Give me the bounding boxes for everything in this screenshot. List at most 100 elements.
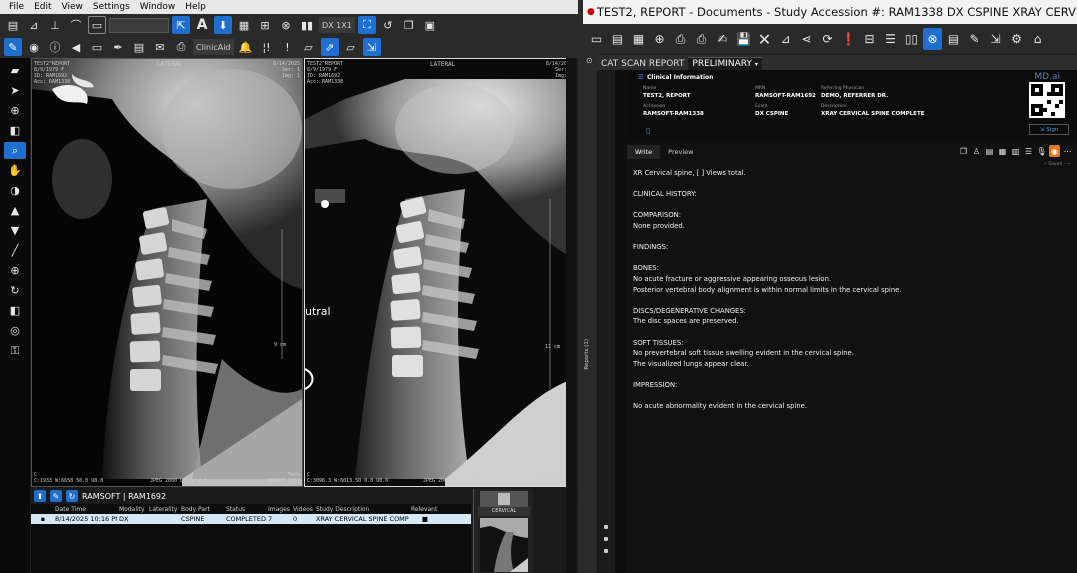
tab-preview[interactable]: Preview: [660, 145, 701, 159]
col-body-part[interactable]: Body Part: [179, 506, 224, 513]
list-format-icon[interactable]: ☰: [1023, 145, 1034, 157]
brush-icon[interactable]: ✎: [4, 38, 22, 56]
calculator-icon[interactable]: ▦: [629, 28, 648, 50]
col-date-time[interactable]: Date Time: [53, 506, 117, 513]
rotate-icon[interactable]: ↻: [4, 282, 26, 299]
qr-code[interactable]: [1029, 82, 1065, 118]
pen-tool-icon[interactable]: ╱: [4, 242, 26, 259]
series-thumbnail-cervical[interactable]: [480, 518, 528, 572]
report-line[interactable]: The disc spaces are preserved.: [633, 316, 1063, 327]
report-line[interactable]: None provided.: [633, 221, 1063, 232]
menu-view[interactable]: View: [57, 2, 88, 12]
col-status[interactable]: Status: [224, 506, 266, 513]
tile-layout-icon[interactable]: ⊞: [256, 16, 274, 34]
triangle-up-icon[interactable]: ▲: [4, 202, 26, 219]
key-image-icon[interactable]: ⚿: [4, 342, 26, 359]
tab-cat-scan-report[interactable]: CAT SCAN REPORT: [597, 58, 688, 70]
preset-select[interactable]: [109, 17, 169, 33]
layout-select[interactable]: DX 1X1: [319, 17, 355, 33]
link-icon[interactable]: ⊗: [277, 16, 295, 34]
series-thumbnail-top[interactable]: [480, 491, 528, 507]
form-icon[interactable]: ▤: [944, 28, 963, 50]
report-line[interactable]: SOFT TISSUES:: [633, 338, 1063, 349]
ruler-icon[interactable]: ⊥: [46, 16, 64, 34]
columns-icon[interactable]: ▯▯: [902, 28, 921, 50]
edit-sign-icon[interactable]: ✍: [713, 28, 732, 50]
report-line[interactable]: No acute fracture or aggressive appearin…: [633, 274, 1063, 285]
viewport-left[interactable]: TEST2^REPORT 8/9/1979 F ID: RAM1692 Acc:…: [31, 58, 303, 487]
report-check-icon[interactable]: ▦: [997, 145, 1008, 157]
magnify-icon[interactable]: ⌕: [4, 142, 26, 159]
print-icon[interactable]: ⎙: [172, 38, 190, 56]
report-line[interactable]: [633, 179, 1063, 190]
nav-marker-icon[interactable]: [604, 537, 608, 541]
fullscreen-icon[interactable]: ⛶: [357, 16, 376, 34]
measure-angle-icon[interactable]: ⊿: [25, 16, 43, 34]
priority-icon[interactable]: ¦!: [258, 38, 276, 56]
report-line[interactable]: The visualized lungs appear clear.: [633, 359, 1063, 370]
export-report-icon[interactable]: ⇲: [986, 28, 1005, 50]
send-icon[interactable]: ▱: [342, 38, 360, 56]
menu-window[interactable]: Window: [135, 2, 181, 12]
report-line[interactable]: BONES:: [633, 263, 1063, 274]
stack-icon[interactable]: ▰: [4, 62, 26, 79]
book-icon[interactable]: ▮▮: [298, 16, 316, 34]
ai-assist-icon[interactable]: ◉: [1049, 145, 1060, 157]
report-line[interactable]: DISCS/DEGENERATIVE CHANGES:: [633, 306, 1063, 317]
film-icon[interactable]: ▤: [4, 16, 22, 34]
window-level-icon[interactable]: ◧: [4, 122, 26, 139]
settings-icon[interactable]: ◎: [4, 322, 26, 339]
crosshair-icon[interactable]: ⊕: [4, 262, 26, 279]
pen-icon[interactable]: ✒: [109, 38, 127, 56]
report-line[interactable]: [633, 327, 1063, 338]
monitor-icon[interactable]: ▭: [88, 38, 106, 56]
report-line[interactable]: [633, 369, 1063, 380]
tab-write[interactable]: Write: [627, 145, 661, 159]
undo-icon[interactable]: ↺: [379, 16, 397, 34]
attach-icon[interactable]: ✎: [965, 28, 984, 50]
col-laterality[interactable]: Laterality: [147, 506, 179, 513]
split-icon[interactable]: ⊟: [860, 28, 879, 50]
annotation-text-icon[interactable]: A: [193, 16, 211, 34]
gear-icon[interactable]: ⚙: [1007, 28, 1026, 50]
flip-icon[interactable]: ◧: [4, 302, 26, 319]
nav-marker-icon[interactable]: [604, 525, 608, 529]
sync-icon[interactable]: ⟳: [818, 28, 837, 50]
tab-preliminary[interactable]: PRELIMINARY ▾: [688, 57, 762, 70]
menu-help[interactable]: Help: [180, 2, 211, 12]
audio-icon[interactable]: ◀: [67, 38, 85, 56]
more-options-icon[interactable]: ⋯: [1062, 145, 1073, 157]
report-line[interactable]: [633, 232, 1063, 243]
triangle-down-icon[interactable]: ▼: [4, 222, 26, 239]
copy-icon[interactable]: ❐: [400, 16, 418, 34]
pointer-icon[interactable]: ➤: [4, 82, 26, 99]
mail-icon[interactable]: ✉: [151, 38, 169, 56]
dictation-user-icon[interactable]: ♙: [971, 145, 982, 157]
share-nodes-icon[interactable]: ⋖: [797, 28, 816, 50]
zoom-icon[interactable]: ⊕: [4, 102, 26, 119]
report-line[interactable]: [633, 200, 1063, 211]
chat-icon[interactable]: ▱: [300, 38, 318, 56]
table-row[interactable]: ▪ 8/14/2025 10:16 PM DX CSPINE COMPLETED…: [31, 514, 471, 524]
microphone-icon[interactable]: 🎙: [1036, 145, 1047, 157]
save-doc-icon[interactable]: ⊕: [650, 28, 669, 50]
alert-circle-icon[interactable]: ❗: [839, 28, 858, 50]
report-line[interactable]: FINDINGS:: [633, 242, 1063, 253]
macro-icon[interactable]: ▥: [1010, 145, 1021, 157]
refresh-icon[interactable]: ↻: [66, 490, 78, 502]
eye-icon[interactable]: ◉: [25, 38, 43, 56]
report-line[interactable]: No acute abnormality evident in the cerv…: [633, 401, 1063, 412]
report-line[interactable]: CLINICAL HISTORY:: [633, 189, 1063, 200]
grid-layout-icon[interactable]: ▦: [235, 16, 253, 34]
horizontal-layout-icon[interactable]: ☰: [881, 28, 900, 50]
report-line[interactable]: [633, 253, 1063, 264]
bell-icon[interactable]: 🔔: [237, 38, 255, 56]
report-line[interactable]: [633, 295, 1063, 306]
invert-icon[interactable]: ◑: [4, 182, 26, 199]
link-report-icon[interactable]: ⊗: [923, 28, 942, 50]
col-modality[interactable]: Modality: [117, 506, 147, 513]
viewport-right[interactable]: TEST2^REPORT 8/9/1979 F ID: RAM1692 Acc:…: [304, 58, 576, 487]
menu-edit[interactable]: Edit: [29, 2, 56, 12]
report-line[interactable]: [633, 390, 1063, 401]
info-icon[interactable]: ⓘ: [46, 38, 64, 56]
